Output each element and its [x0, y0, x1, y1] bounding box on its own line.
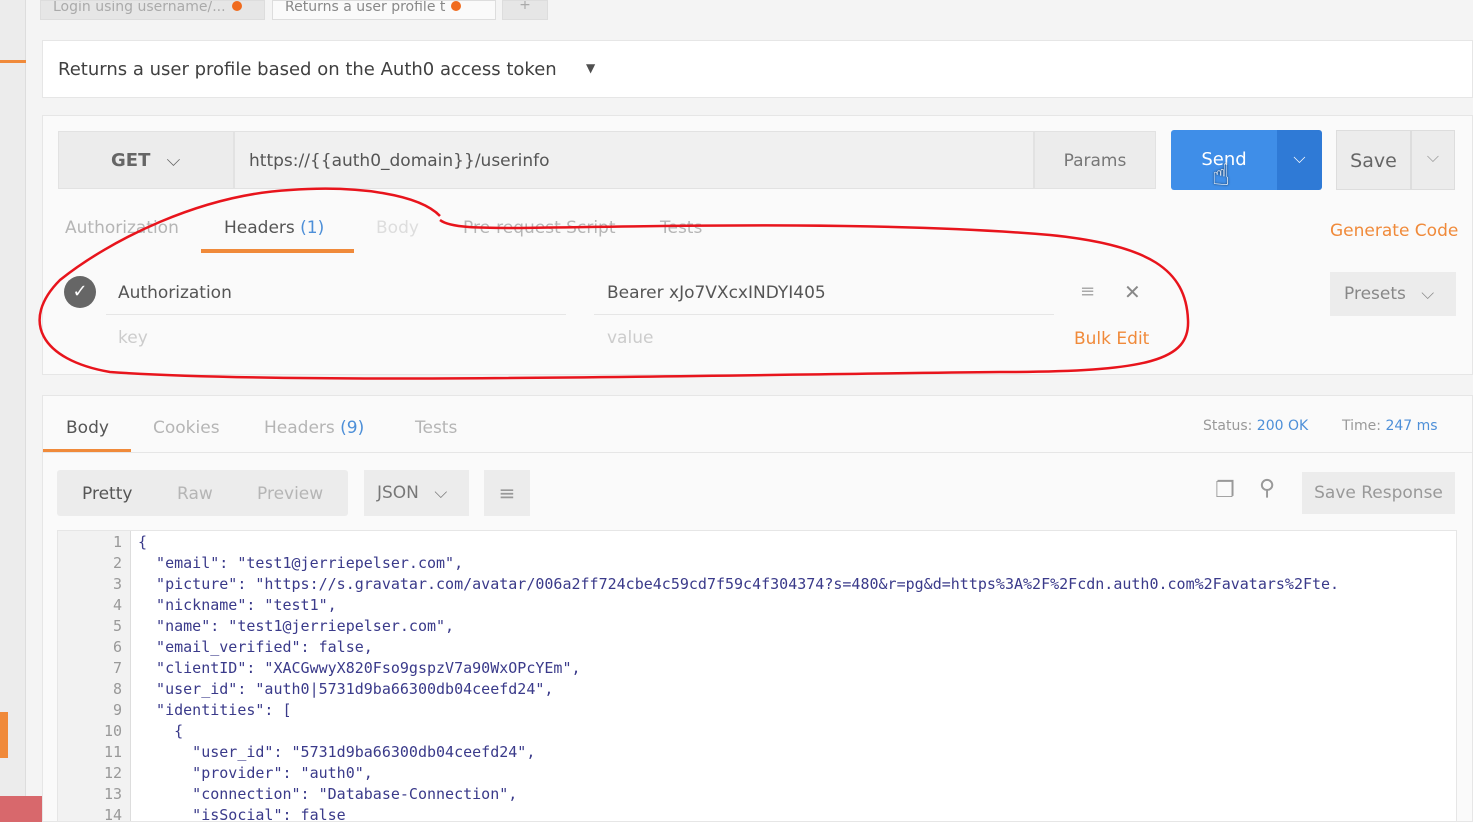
code-text: "provider": "auth0", — [138, 764, 373, 782]
line-number: 11 — [103, 743, 122, 761]
code-text: "identities": [ — [138, 701, 292, 719]
line-number: 12 — [103, 764, 122, 782]
code-text: { — [138, 722, 184, 740]
line-number: 7 — [112, 659, 122, 677]
code-line: 7 "clientID": "XACGwwyX820Fso9gspzV7a90W… — [58, 658, 1456, 679]
code-line: 6 "email_verified": false, — [58, 637, 1456, 658]
code-line: 12 "provider": "auth0", — [58, 763, 1456, 784]
code-line: 10 { — [58, 721, 1456, 742]
line-number: 2 — [112, 554, 122, 572]
code-text: "user_id": "auth0|5731d9ba66300db04ceefd… — [138, 680, 554, 698]
code-line: 2 "email": "test1@jerriepelser.com", — [58, 553, 1456, 574]
code-line: 5 "name": "test1@jerriepelser.com", — [58, 616, 1456, 637]
code-text: "nickname": "test1", — [138, 596, 337, 614]
code-text: "name": "test1@jerriepelser.com", — [138, 617, 455, 635]
code-text: "connection": "Database-Connection", — [138, 785, 518, 803]
response-body-editor[interactable]: 1{2 "email": "test1@jerriepelser.com", 3 … — [57, 530, 1457, 822]
code-line: 14 "isSocial": false — [58, 805, 1456, 822]
code-line: 8 "user_id": "auth0|5731d9ba66300db04cee… — [58, 679, 1456, 700]
line-number: 1 — [112, 533, 122, 551]
code-text: "email_verified": false, — [138, 638, 373, 656]
line-number: 5 — [112, 617, 122, 635]
code-text: { — [138, 533, 148, 551]
line-number: 9 — [112, 701, 122, 719]
hand-cursor-icon: ☝ — [1212, 158, 1231, 193]
code-lines: 1{2 "email": "test1@jerriepelser.com", 3 … — [58, 532, 1456, 822]
code-text: "picture": "https://s.gravatar.com/avata… — [138, 575, 1340, 593]
line-number: 8 — [112, 680, 122, 698]
line-number: 6 — [112, 638, 122, 656]
line-number: 3 — [112, 575, 122, 593]
code-line: 13 "connection": "Database-Connection", — [58, 784, 1456, 805]
line-number: 4 — [112, 596, 122, 614]
code-line: 3 "picture": "https://s.gravatar.com/ava… — [58, 574, 1456, 595]
code-text: "user_id": "5731d9ba66300db04ceefd24", — [138, 743, 536, 761]
code-text: "email": "test1@jerriepelser.com", — [138, 554, 464, 572]
annotation-ellipse — [38, 187, 1190, 380]
line-number: 10 — [103, 722, 122, 740]
code-line: 9 "identities": [ — [58, 700, 1456, 721]
code-line: 11 "user_id": "5731d9ba66300db04ceefd24"… — [58, 742, 1456, 763]
line-number: 14 — [103, 806, 122, 822]
code-text: "clientID": "XACGwwyX820Fso9gspzV7a90WxO… — [138, 659, 581, 677]
code-line: 4 "nickname": "test1", — [58, 595, 1456, 616]
code-text: "isSocial": false — [138, 806, 346, 822]
code-line: 1{ — [58, 532, 1456, 553]
line-number: 13 — [103, 785, 122, 803]
